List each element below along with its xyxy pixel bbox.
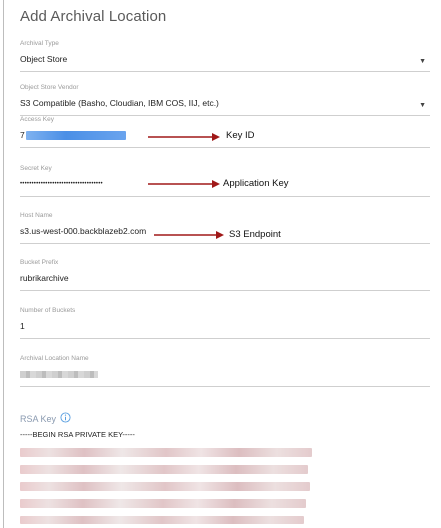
- number-of-buckets-field[interactable]: Number of Buckets 1: [20, 307, 430, 339]
- info-icon[interactable]: [60, 412, 71, 423]
- rsa-key-label: RSA Key: [20, 414, 57, 424]
- field-underline: [20, 243, 430, 244]
- redacted-rsa-line: [20, 499, 306, 508]
- dialog-title: Add Archival Location: [20, 8, 167, 25]
- rsa-key-first-line: -----BEGIN RSA PRIVATE KEY-----: [20, 430, 135, 439]
- host-name-value: s3.us-west-000.backblazeb2.com: [20, 226, 147, 236]
- vendor-label: Object Store Vendor: [20, 84, 79, 91]
- s3-endpoint-arrow: [154, 231, 224, 239]
- bucket-prefix-label: Bucket Prefix: [20, 259, 59, 266]
- access-key-label: Access Key: [20, 116, 54, 123]
- secret-key-label: Secret Key: [20, 165, 52, 172]
- field-underline: [20, 338, 430, 339]
- field-underline: [20, 147, 430, 148]
- application-key-annotation: Application Key: [223, 178, 289, 189]
- object-store-vendor-select[interactable]: Object Store Vendor S3 Compatible (Basho…: [20, 84, 430, 116]
- field-underline: [20, 386, 430, 387]
- archival-type-label: Archival Type: [20, 40, 59, 47]
- field-underline: [20, 196, 430, 197]
- caret-down-icon[interactable]: ▼: [419, 58, 426, 65]
- redacted-access-key: [25, 131, 126, 141]
- caret-down-icon[interactable]: ▼: [419, 102, 426, 109]
- bucket-prefix-value: rubrikarchive: [20, 273, 69, 283]
- redacted-rsa-line: [20, 448, 312, 457]
- access-key-value: 7: [20, 130, 430, 141]
- archival-type-value: Object Store: [20, 54, 68, 64]
- number-of-buckets-label: Number of Buckets: [20, 307, 76, 314]
- s3-endpoint-annotation: S3 Endpoint: [229, 229, 281, 240]
- redacted-location-name: [20, 371, 98, 379]
- access-key-prefix: 7: [20, 130, 25, 140]
- field-underline: [20, 71, 430, 72]
- field-underline: [20, 290, 430, 291]
- bucket-prefix-field[interactable]: Bucket Prefix rubrikarchive: [20, 259, 430, 291]
- redacted-rsa-line: [20, 482, 310, 491]
- vendor-value: S3 Compatible (Basho, Cloudian, IBM COS,…: [20, 98, 219, 108]
- number-of-buckets-value: 1: [20, 321, 25, 331]
- host-name-label: Host Name: [20, 212, 53, 219]
- archival-type-select[interactable]: Archival Type Object Store ▼: [20, 40, 430, 72]
- add-archival-location-dialog: Add Archival Location Archival Type Obje…: [0, 0, 441, 528]
- redacted-rsa-line: [20, 465, 308, 474]
- left-border: [3, 0, 4, 528]
- archival-location-name-label: Archival Location Name: [20, 355, 89, 362]
- key-id-arrow: [148, 133, 220, 141]
- application-key-arrow: [148, 180, 220, 188]
- access-key-field[interactable]: Access Key 7: [20, 116, 430, 148]
- archival-location-name-value: [20, 369, 430, 380]
- archival-location-name-field[interactable]: Archival Location Name: [20, 355, 430, 387]
- redacted-rsa-line: [20, 516, 304, 524]
- key-id-annotation: Key ID: [226, 130, 255, 141]
- host-name-field[interactable]: Host Name s3.us-west-000.backblazeb2.com: [20, 212, 430, 244]
